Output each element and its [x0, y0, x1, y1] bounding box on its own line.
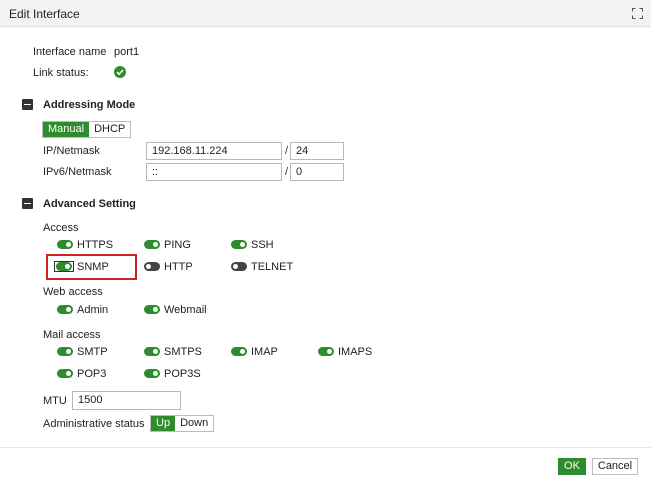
webmail-label: Webmail [164, 304, 207, 316]
ping-toggle[interactable] [144, 240, 160, 249]
telnet-label: TELNET [251, 261, 294, 273]
imaps-label: IMAPS [338, 346, 373, 358]
mode-manual-button[interactable]: Manual [43, 122, 90, 137]
https-label: HTTPS [77, 239, 114, 251]
mtu-label: MTU [43, 395, 67, 407]
netmask-separator: / [285, 145, 289, 157]
smtp-label: SMTP [77, 346, 108, 358]
ipv6-address-input[interactable]: :: [146, 163, 282, 181]
ssh-toggle[interactable] [231, 240, 247, 249]
check-circle-icon [114, 66, 126, 78]
mtu-input[interactable]: 1500 [72, 391, 181, 410]
maximize-icon[interactable] [632, 8, 643, 19]
dialog-title: Edit Interface [9, 7, 80, 21]
webmail-toggle[interactable] [144, 305, 160, 314]
ip-address-input[interactable]: 192.168.11.224 [146, 142, 282, 160]
telnet-toggle[interactable] [231, 262, 247, 271]
collapse-icon[interactable] [22, 198, 33, 209]
addressing-mode-switch: Manual DHCP [42, 121, 132, 138]
admin-label: Admin [77, 304, 109, 316]
smtps-toggle[interactable] [144, 347, 160, 356]
http-label: HTTP [164, 261, 193, 273]
interface-name-label: Interface name [33, 46, 107, 58]
ok-button[interactable]: OK [558, 458, 586, 475]
ssh-label: SSH [251, 239, 274, 251]
snmp-label: SNMP [77, 261, 109, 273]
ipv6-netmask-separator: / [285, 166, 289, 178]
ip-netmask-label: IP/Netmask [43, 145, 100, 157]
ipv6-netmask-input[interactable]: 0 [290, 163, 344, 181]
interface-name-value: port1 [114, 46, 140, 58]
mode-dhcp-button[interactable]: DHCP [89, 122, 130, 137]
ipv6-netmask-label: IPv6/Netmask [43, 166, 112, 178]
pop3-label: POP3 [77, 368, 107, 380]
access-label: Access [43, 222, 79, 234]
netmask-input[interactable]: 24 [290, 142, 344, 160]
snmp-toggle[interactable] [56, 262, 72, 271]
http-toggle[interactable] [144, 262, 160, 271]
imap-toggle[interactable] [231, 347, 247, 356]
dialog-titlebar: Edit Interface [0, 0, 651, 27]
advanced-setting-title: Advanced Setting [43, 198, 136, 210]
mail-access-label: Mail access [43, 329, 101, 341]
smtps-label: SMTPS [164, 346, 202, 358]
cancel-button[interactable]: Cancel [592, 458, 638, 475]
web-access-label: Web access [43, 286, 103, 298]
https-toggle[interactable] [57, 240, 73, 249]
status-down-button[interactable]: Down [175, 416, 213, 431]
status-up-button[interactable]: Up [151, 416, 176, 431]
pop3-toggle[interactable] [57, 369, 73, 378]
imap-label: IMAP [251, 346, 278, 358]
addressing-mode-title: Addressing Mode [43, 99, 136, 111]
admin-status-switch: Up Down [150, 415, 215, 432]
pop3s-toggle[interactable] [144, 369, 160, 378]
imaps-toggle[interactable] [318, 347, 334, 356]
smtp-toggle[interactable] [57, 347, 73, 356]
collapse-icon[interactable] [22, 99, 33, 110]
admin-status-label: Administrative status [43, 418, 145, 430]
link-status-label: Link status: [33, 67, 89, 79]
admin-toggle[interactable] [57, 305, 73, 314]
pop3s-label: POP3S [164, 368, 201, 380]
footer-divider [0, 447, 651, 448]
ping-label: PING [164, 239, 191, 251]
